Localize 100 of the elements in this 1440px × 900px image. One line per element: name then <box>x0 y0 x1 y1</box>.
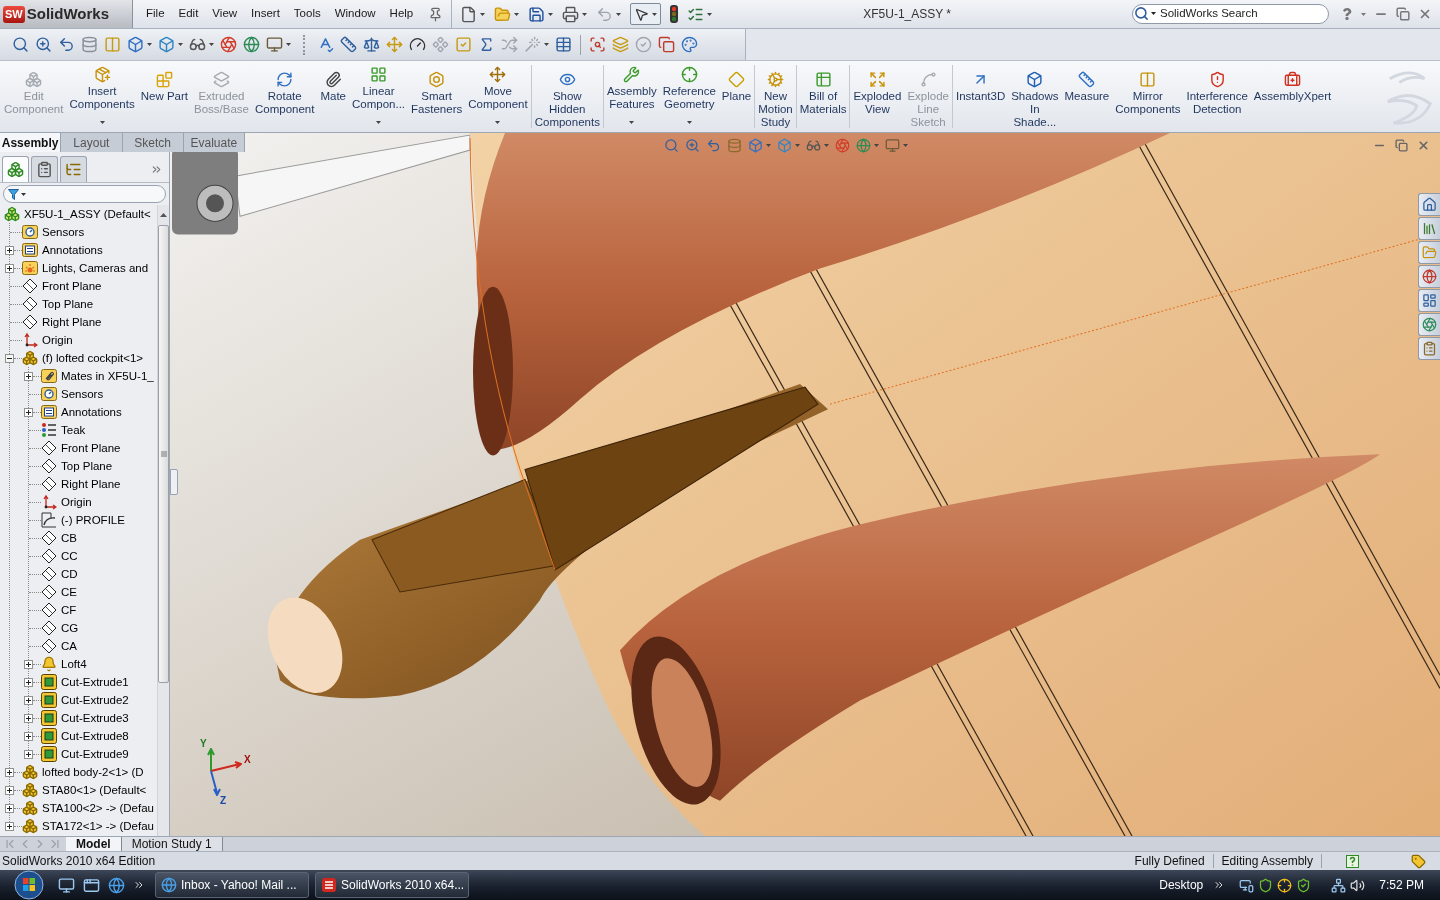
tree-item[interactable]: Annotations <box>61 405 122 419</box>
move-arrows-icon[interactable] <box>489 66 507 83</box>
caret-icon[interactable] <box>548 12 554 16</box>
tree-item[interactable]: Cut-Extrude3 <box>61 711 129 725</box>
table-icon[interactable] <box>555 36 572 53</box>
plus-box-icon[interactable] <box>24 695 33 705</box>
tree-item[interactable]: CE <box>61 585 77 599</box>
tree-item[interactable]: Cut-Extrude1 <box>61 675 129 689</box>
columns-icon[interactable] <box>1139 71 1157 88</box>
up-arrow-icon[interactable] <box>160 213 167 217</box>
back-arrow-icon[interactable] <box>706 138 721 153</box>
package-plus-icon[interactable] <box>93 66 111 83</box>
panel-collapse-handle[interactable] <box>170 469 178 495</box>
tree-item[interactable]: Mates in XF5U-1_ <box>61 369 154 383</box>
plus-box-icon[interactable] <box>5 821 14 831</box>
tree-item[interactable]: Front Plane <box>61 441 121 455</box>
caret-icon[interactable] <box>1151 12 1156 15</box>
tree-item[interactable]: Cut-Extrude8 <box>61 729 129 743</box>
command-button[interactable]: Linear Compon... <box>349 61 409 132</box>
command-button[interactable]: Interference Detection <box>1183 61 1251 132</box>
scrollbar-thumb[interactable] <box>158 225 169 683</box>
command-button[interactable]: New Motion Study <box>755 61 796 132</box>
wrench-icon[interactable] <box>623 66 641 83</box>
menu-item[interactable]: Insert <box>244 5 287 23</box>
start-orb-icon[interactable] <box>14 870 44 900</box>
tree-item[interactable]: Teak <box>61 423 86 437</box>
tree-item[interactable]: (f) lofted cockpit<1> <box>42 351 143 365</box>
panel-tab[interactable] <box>31 156 58 182</box>
caret-icon[interactable] <box>652 12 658 16</box>
globe-icon[interactable] <box>243 36 260 53</box>
list-tree-icon[interactable] <box>65 161 82 178</box>
tree-item[interactable]: STA80<1> (Default< <box>42 783 147 797</box>
table-icon[interactable] <box>814 71 832 88</box>
command-button[interactable]: Bill of Materials <box>796 61 850 132</box>
tree-item[interactable]: Top Plane <box>42 297 94 311</box>
caret-icon[interactable] <box>686 121 692 124</box>
clock[interactable]: 7:52 PM <box>1379 876 1424 894</box>
printer-icon[interactable] <box>562 5 580 23</box>
command-button[interactable]: Plane <box>718 61 755 132</box>
caret-icon[interactable] <box>21 192 26 196</box>
caret-icon[interactable] <box>495 121 501 124</box>
grid-icon[interactable] <box>370 66 388 83</box>
check-circle-icon[interactable] <box>635 36 652 53</box>
ruler-icon[interactable] <box>1078 71 1096 88</box>
checkbox-icon[interactable] <box>455 36 472 53</box>
caret-icon[interactable] <box>514 12 520 16</box>
shield-alert-icon[interactable] <box>1208 71 1226 88</box>
cube-icon[interactable] <box>127 36 144 53</box>
command-button[interactable]: AssemblyXpert <box>1250 61 1335 132</box>
tree-item[interactable]: CF <box>61 603 77 617</box>
caret-icon[interactable] <box>629 121 635 124</box>
tree-item[interactable]: Lights, Cameras and <box>42 261 149 275</box>
caret-icon[interactable] <box>616 12 622 16</box>
traffic-light-icon[interactable] <box>670 5 679 23</box>
tree-item[interactable]: Annotations <box>42 243 103 257</box>
blocks-icon[interactable] <box>7 161 24 178</box>
clipboard-icon[interactable] <box>36 161 53 178</box>
caret-icon[interactable] <box>99 121 105 124</box>
plus-box-icon[interactable] <box>24 713 33 723</box>
plus-box-icon[interactable] <box>24 407 33 417</box>
plus-box-icon[interactable] <box>24 659 33 669</box>
minus-box-icon[interactable] <box>5 353 14 363</box>
bolt-icon[interactable] <box>428 71 446 88</box>
devices-icon[interactable] <box>1239 877 1255 893</box>
chevrons-right-icon[interactable] <box>133 879 145 891</box>
shield-icon[interactable] <box>1258 877 1274 893</box>
tree-item[interactable]: CB <box>61 531 77 545</box>
tree-item[interactable]: CD <box>61 567 78 581</box>
cube-icon[interactable] <box>158 36 175 53</box>
tree-item[interactable]: Cut-Extrude9 <box>61 747 129 761</box>
plus-box-icon[interactable] <box>24 749 33 759</box>
ruler-icon[interactable] <box>340 36 357 53</box>
pin-icon[interactable] <box>428 6 444 22</box>
help-icon[interactable] <box>1341 8 1353 20</box>
pointer-icon[interactable] <box>634 6 650 22</box>
tag-icon[interactable] <box>1411 853 1426 869</box>
magnifier-icon[interactable] <box>1134 6 1149 21</box>
desktop-toolbar-label[interactable]: Desktop <box>1159 876 1204 894</box>
caret-icon[interactable] <box>209 43 214 46</box>
close-icon[interactable] <box>1417 139 1430 152</box>
menu-item[interactable]: Help <box>382 5 421 23</box>
command-tab[interactable]: Layout <box>61 133 123 152</box>
zoom-in-icon[interactable] <box>35 36 52 53</box>
cog-icon[interactable] <box>767 71 784 88</box>
restore-icon[interactable] <box>1396 7 1410 21</box>
tree-item[interactable]: CA <box>61 639 77 653</box>
tree-item[interactable]: XF5U-1_ASSY (Default< <box>24 207 151 221</box>
zoom-in-icon[interactable] <box>685 138 700 153</box>
caret-icon[interactable] <box>707 12 713 16</box>
bottom-tab[interactable]: Model <box>66 837 122 851</box>
glasses-icon[interactable] <box>189 36 206 53</box>
command-tab[interactable]: Sketch <box>122 133 184 152</box>
monitor-icon[interactable] <box>58 876 75 894</box>
command-button[interactable]: Measure <box>1061 61 1113 132</box>
panel-tab[interactable] <box>60 156 87 182</box>
expand-arrows-icon[interactable] <box>868 71 886 88</box>
close-icon[interactable] <box>1418 7 1432 21</box>
tree-item[interactable]: (-) PROFILE <box>61 513 125 527</box>
command-button[interactable]: Mirror Components <box>1112 61 1184 132</box>
select-button[interactable] <box>630 3 662 25</box>
